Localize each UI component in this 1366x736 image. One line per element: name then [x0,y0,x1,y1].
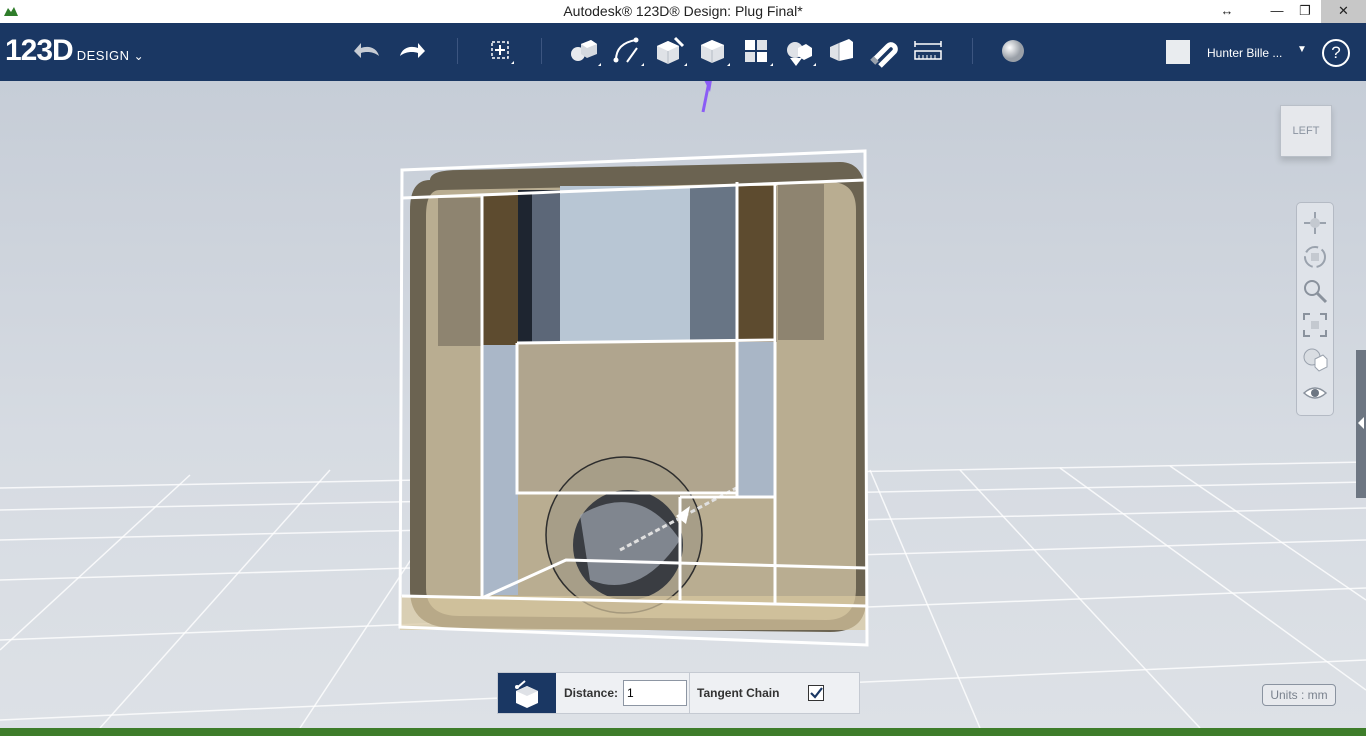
visual-style-icon[interactable] [1301,345,1329,373]
pattern-icon[interactable] [739,34,773,68]
window-title: Autodesk® 123D® Design: Plug Final* [563,3,803,19]
title-bar: Autodesk® 123D® Design: Plug Final* ↔ — … [0,0,1366,23]
side-panel-toggle[interactable] [1356,350,1366,498]
material-icon[interactable] [996,34,1030,68]
sketch-icon[interactable] [610,34,644,68]
user-avatar[interactable] [1166,40,1190,64]
press-pull-panel: Distance: Tangent Chain [497,672,860,714]
toolbar-separator [457,38,458,64]
toolbar-separator [541,38,542,64]
undo-icon[interactable] [351,34,385,68]
fit-icon[interactable] [1301,311,1329,339]
primitives-icon[interactable] [567,34,601,68]
units-indicator[interactable]: Units : mm [1262,684,1336,706]
transform-icon[interactable] [484,34,518,68]
chevron-down-icon: ⌄ [133,49,144,63]
3d-viewport[interactable] [0,81,1366,728]
os-taskbar [0,728,1366,736]
measure-icon[interactable] [911,34,945,68]
orbit-icon[interactable] [1301,243,1329,271]
tangent-chain-label: Tangent Chain [697,686,780,700]
view-cube-face-label: LEFT [1292,125,1320,137]
zoom-icon[interactable] [1301,277,1329,305]
navigation-bar [1296,202,1334,416]
close-button[interactable]: ✕ [1321,0,1366,23]
press-pull-icon[interactable] [498,673,556,713]
view-cube[interactable]: LEFT [1280,105,1332,157]
minimize-button[interactable]: — [1262,0,1292,23]
distance-label: Distance: [564,686,619,700]
scene-canvas [0,81,1366,728]
tangent-chain-checkbox[interactable] [808,685,824,701]
checkmark-icon [810,687,823,699]
maximize-button[interactable]: ❐ [1290,0,1320,23]
pan-icon[interactable] [1301,209,1329,237]
chevron-down-icon[interactable]: ▼ [1297,44,1307,55]
chevron-left-icon [1358,417,1364,429]
app-logo-menu[interactable]: 123D DESIGN ⌄ [5,34,144,68]
snap-icon[interactable] [868,34,902,68]
redo-icon[interactable] [394,34,428,68]
modify-icon[interactable] [696,34,730,68]
help-button[interactable]: ? [1322,39,1350,67]
distance-input[interactable] [623,680,687,706]
logo-text: 123D [5,34,74,67]
view-eye-icon[interactable] [1301,379,1329,407]
toolbar-separator [972,38,973,64]
resize-button[interactable]: ↔ [1212,0,1242,23]
group-icon[interactable] [782,34,816,68]
logo-subtext: DESIGN [76,48,130,63]
user-name[interactable]: Hunter Bille ... [1207,46,1282,60]
construct-icon[interactable] [653,34,687,68]
combine-icon[interactable] [825,34,859,68]
panel-divider [689,673,690,713]
